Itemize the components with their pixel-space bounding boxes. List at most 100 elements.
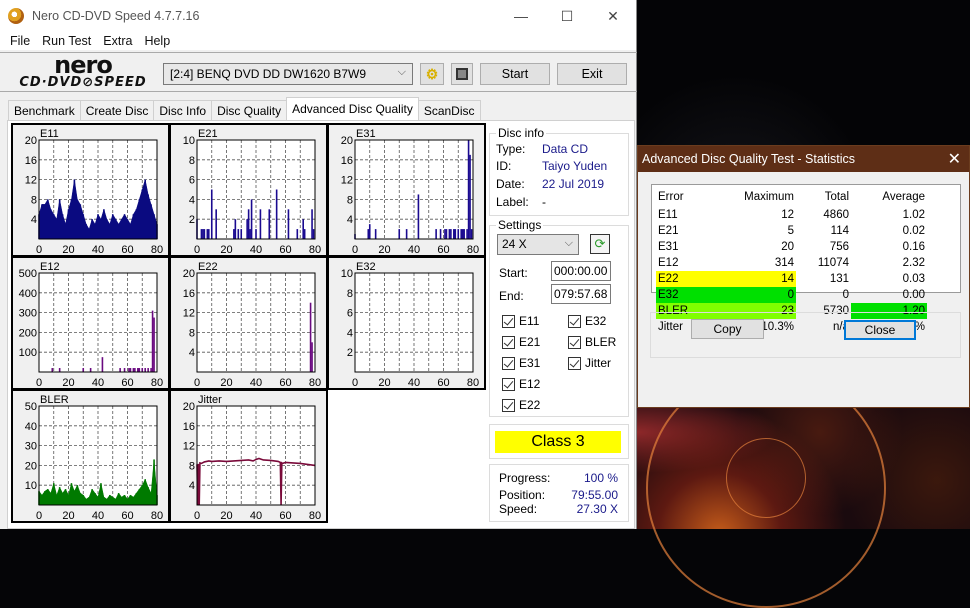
menu-help[interactable]: Help bbox=[138, 34, 176, 48]
drive-settings-button[interactable]: ⚙ bbox=[420, 63, 444, 85]
exit-button[interactable]: Exit bbox=[557, 63, 627, 85]
chart-svg: E21 2 4 6 8 10 0 20 40 60 80 bbox=[183, 128, 321, 255]
maximum-value: 314 bbox=[774, 257, 794, 269]
menu-bar: File Run Test Extra Help bbox=[0, 32, 636, 50]
checkbox-label: E12 bbox=[519, 377, 541, 391]
y-tick-label: 4 bbox=[31, 214, 37, 226]
checkbox-e22[interactable]: E22 bbox=[502, 398, 540, 412]
x-tick-label: 80 bbox=[467, 244, 479, 255]
x-tick-label: 40 bbox=[250, 377, 262, 388]
x-tick-label: 20 bbox=[220, 510, 232, 521]
dialog-footer: Copy Close bbox=[650, 312, 961, 358]
total-value: 11074 bbox=[817, 257, 849, 269]
x-tick-label: 0 bbox=[194, 510, 200, 521]
x-tick-label: 0 bbox=[36, 377, 42, 388]
chart-title: BLER bbox=[40, 394, 69, 406]
y-tick-label: 10 bbox=[183, 135, 195, 147]
tab-disc-info[interactable]: Disc Info bbox=[153, 100, 213, 120]
x-tick-label: 0 bbox=[352, 244, 358, 255]
x-tick-label: 60 bbox=[437, 244, 449, 255]
close-button[interactable]: ✕ bbox=[590, 0, 636, 32]
checkbox-label: E11 bbox=[519, 314, 540, 328]
error-name: E32 bbox=[656, 287, 731, 303]
checkbox-e21[interactable]: E21 bbox=[502, 335, 540, 349]
start-field[interactable]: 000:00.00 bbox=[551, 261, 611, 281]
stats-row: E21 5 114 0.02 bbox=[656, 223, 956, 239]
checkbox-e12[interactable]: E12 bbox=[502, 377, 540, 391]
plot-area bbox=[355, 140, 473, 239]
checkbox-box[interactable] bbox=[568, 335, 581, 349]
speed-label: Speed: bbox=[499, 502, 538, 516]
average-value: 2.32 bbox=[902, 257, 925, 269]
tab-benchmark[interactable]: Benchmark bbox=[8, 100, 81, 120]
tab-disc-quality[interactable]: Disc Quality bbox=[211, 100, 288, 120]
checkbox-e32[interactable]: E32 bbox=[568, 314, 606, 328]
save-button[interactable] bbox=[451, 63, 473, 85]
x-tick-label: 80 bbox=[309, 244, 321, 255]
checkbox-bler[interactable]: BLER bbox=[568, 335, 616, 349]
chart-svg: E31 4 8 12 16 20 0 20 40 60 80 bbox=[341, 128, 479, 255]
start-button[interactable]: Start bbox=[480, 63, 550, 85]
tab-scandisc[interactable]: ScanDisc bbox=[417, 100, 481, 120]
checkbox-jitter[interactable]: Jitter bbox=[568, 356, 611, 370]
tab-create-disc[interactable]: Create Disc bbox=[79, 100, 155, 120]
x-tick-label: 60 bbox=[121, 377, 133, 388]
y-tick-label: 6 bbox=[189, 175, 195, 187]
copy-button[interactable]: Copy bbox=[691, 319, 764, 339]
drive-select[interactable]: [2:4] BENQ DVD DD DW1620 B7W9 ⌵ bbox=[163, 63, 413, 85]
total-value: 0 bbox=[842, 289, 849, 301]
dialog-close-icon[interactable]: ✕ bbox=[948, 149, 961, 169]
drive-settings-icon: ⚙ bbox=[425, 65, 439, 82]
close-dialog-button[interactable]: Close bbox=[844, 320, 916, 340]
y-tick-label: 20 bbox=[183, 401, 195, 413]
logo-subtext: CD·DVD⊘SPEED bbox=[19, 75, 147, 90]
menu-extra[interactable]: Extra bbox=[97, 34, 138, 48]
x-tick-label: 40 bbox=[250, 510, 262, 521]
menu-file[interactable]: File bbox=[4, 34, 36, 48]
plot-area bbox=[197, 140, 315, 239]
checkbox-box[interactable] bbox=[568, 314, 581, 328]
checkbox-e31[interactable]: E31 bbox=[502, 356, 540, 370]
maximize-button[interactable]: ☐ bbox=[544, 0, 590, 32]
x-tick-label: 20 bbox=[220, 377, 232, 388]
checkbox-e11[interactable]: E11 bbox=[502, 314, 539, 328]
stats-row: E32 0 0 0.00 bbox=[656, 287, 956, 303]
x-tick-label: 40 bbox=[408, 244, 420, 255]
disc-date: 22 Jul 2019 bbox=[542, 177, 605, 191]
y-tick-label: 2 bbox=[347, 347, 353, 359]
refresh-speeds-button[interactable]: ⟳ bbox=[590, 234, 610, 254]
x-tick-label: 80 bbox=[151, 377, 163, 388]
chart-svg: E12 100 200 300 400 500 0 20 40 60 80 bbox=[19, 261, 163, 388]
tab-bar: Benchmark Create Disc Disc Info Disc Qua… bbox=[8, 97, 481, 120]
x-tick-label: 80 bbox=[151, 244, 163, 255]
settings-title: Settings bbox=[496, 218, 544, 232]
menu-run-test[interactable]: Run Test bbox=[36, 34, 97, 48]
chart-e12: E12 100 200 300 400 500 0 20 40 60 80 bbox=[11, 256, 170, 390]
error-name: E22 bbox=[656, 271, 731, 287]
tab-advanced-disc-quality[interactable]: Advanced Disc Quality bbox=[286, 97, 419, 120]
y-tick-label: 20 bbox=[25, 135, 37, 147]
y-tick-label: 8 bbox=[189, 155, 195, 167]
x-tick-label: 80 bbox=[309, 377, 321, 388]
checkbox-box[interactable] bbox=[502, 335, 515, 349]
y-tick-label: 2 bbox=[189, 214, 195, 226]
average-value: 1.02 bbox=[902, 209, 925, 221]
disc-label: - bbox=[542, 195, 546, 209]
speed-select[interactable]: 24 X ⌵ bbox=[497, 234, 579, 255]
checkbox-box[interactable] bbox=[568, 356, 581, 370]
y-tick-label: 30 bbox=[25, 441, 37, 453]
start-label: Start: bbox=[499, 266, 528, 280]
total-value: 4860 bbox=[823, 209, 849, 221]
checkbox-box[interactable] bbox=[502, 377, 515, 391]
checkbox-box[interactable] bbox=[502, 356, 515, 370]
error-name: E11 bbox=[658, 209, 678, 221]
checkbox-box[interactable] bbox=[502, 314, 515, 328]
x-tick-label: 20 bbox=[378, 244, 390, 255]
x-tick-label: 80 bbox=[151, 510, 163, 521]
checkbox-box[interactable] bbox=[502, 398, 515, 412]
y-tick-label: 12 bbox=[183, 308, 195, 320]
minimize-button[interactable]: — bbox=[498, 0, 544, 32]
end-field[interactable]: 079:57.68 bbox=[551, 284, 611, 304]
chart-jitter: Jitter 4 8 12 16 20 0 20 40 60 80 bbox=[169, 389, 328, 523]
y-tick-label: 10 bbox=[25, 480, 37, 492]
